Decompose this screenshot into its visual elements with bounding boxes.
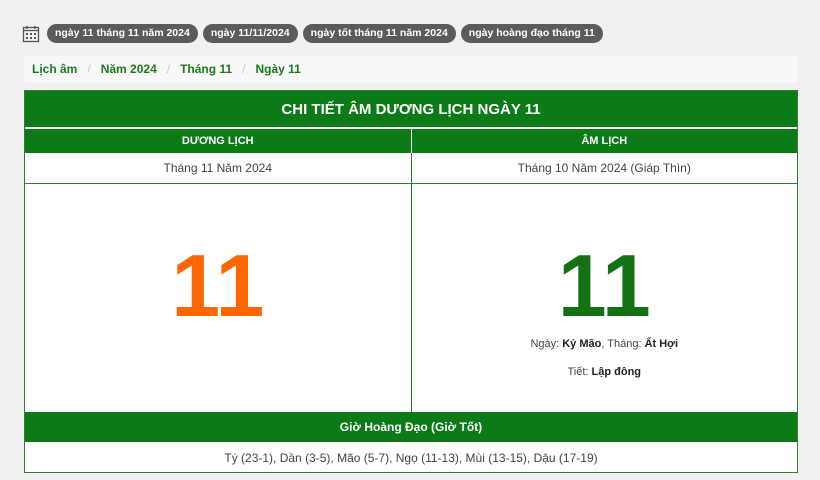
lunar-day-name: Kỷ Mão bbox=[562, 338, 602, 350]
good-hours-header: Giờ Hoàng Đạo (Giờ Tốt) bbox=[25, 412, 797, 442]
good-hours-list: Tý (23-1), Dần (3-5), Mão (5-7), Ngọ (11… bbox=[224, 450, 598, 465]
lunar-month-name: Ất Hợi bbox=[644, 338, 679, 350]
lunar-day-label: Ngày: bbox=[530, 338, 563, 350]
breadcrumb-month[interactable]: Tháng 11 bbox=[180, 62, 232, 76]
solar-day-cell: 11 bbox=[25, 184, 412, 412]
breadcrumb: Lịch âm / Năm 2024 / Tháng 11 / Ngày 11 bbox=[24, 56, 798, 82]
lunar-day-cell: 11 Ngày: Kỷ Mão, Tháng: Ất Hợi Tiết: Lập… bbox=[412, 184, 798, 412]
card-title: CHI TIẾT ÂM DƯƠNG LỊCH NGÀY 11 bbox=[25, 91, 797, 129]
lunar-day-number: 11 bbox=[557, 236, 651, 335]
solar-header: DƯƠNG LỊCH bbox=[25, 129, 412, 153]
breadcrumb-lunar-calendar[interactable]: Lịch âm bbox=[32, 62, 77, 76]
lunar-month-year: Tháng 10 Năm 2024 (Giáp Thìn) bbox=[411, 153, 797, 184]
tag-date-full[interactable]: ngày 11 tháng 11 năm 2024 bbox=[47, 24, 198, 43]
tag-date-numeric[interactable]: ngày 11/11/2024 bbox=[202, 24, 298, 43]
lunar-day-month-info: Ngày: Kỷ Mão, Tháng: Ất Hợi bbox=[412, 338, 798, 350]
solar-term-name: Lập đông bbox=[591, 366, 642, 378]
solar-month-year: Tháng 11 Năm 2024 bbox=[25, 153, 412, 184]
solar-day-number: 11 bbox=[171, 236, 265, 335]
calendar-icon bbox=[22, 25, 40, 43]
lunar-header: ÂM LỊCH bbox=[411, 129, 797, 153]
solar-term-info: Tiết: Lập đông bbox=[412, 366, 798, 378]
tag-bar: ngày 11 tháng 11 năm 2024 ngày 11/11/202… bbox=[22, 24, 603, 43]
breadcrumb-day[interactable]: Ngày 11 bbox=[255, 62, 300, 76]
calendar-detail-card: CHI TIẾT ÂM DƯƠNG LỊCH NGÀY 11 DƯƠNG LỊC… bbox=[24, 90, 798, 473]
solar-term-label: Tiết: bbox=[567, 366, 592, 378]
breadcrumb-separator: / bbox=[242, 62, 246, 76]
breadcrumb-year[interactable]: Năm 2024 bbox=[101, 62, 157, 76]
tag-auspicious-days-month[interactable]: ngày hoàng đạo tháng 11 bbox=[460, 24, 603, 43]
breadcrumb-separator: / bbox=[166, 62, 171, 76]
lunar-month-label: , Tháng: bbox=[601, 338, 645, 350]
breadcrumb-separator: / bbox=[87, 62, 91, 76]
tag-good-days-month[interactable]: ngày tốt tháng 11 năm 2024 bbox=[302, 24, 456, 43]
